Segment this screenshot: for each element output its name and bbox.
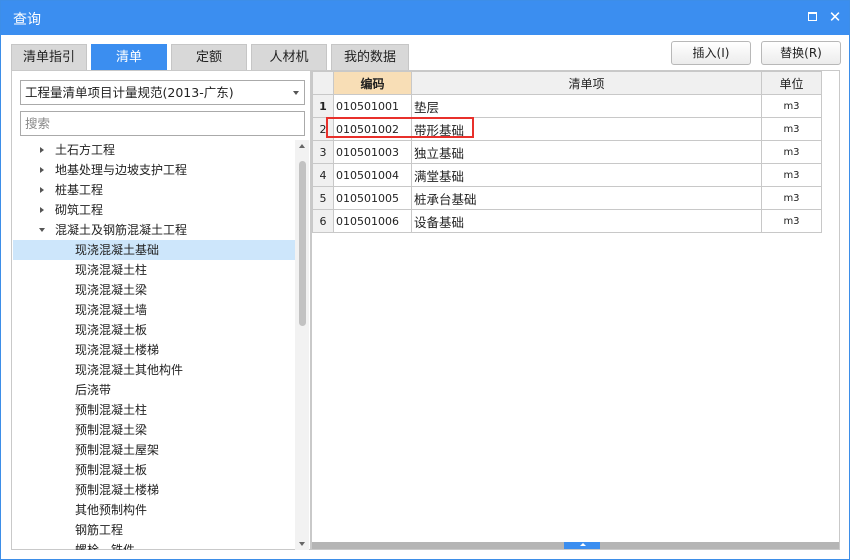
row-name[interactable]: 设备基础 bbox=[411, 209, 762, 233]
search-input[interactable] bbox=[20, 111, 305, 136]
tree-item[interactable]: 预制混凝土板 bbox=[13, 460, 295, 480]
collapse-arrow-icon[interactable] bbox=[39, 228, 45, 232]
row-code[interactable]: 010501001 bbox=[333, 94, 412, 118]
row-index: 4 bbox=[312, 163, 334, 187]
table-row[interactable]: 3 010501003 独立基础 m3 bbox=[312, 140, 822, 164]
chevron-down-icon bbox=[293, 91, 299, 95]
row-name[interactable]: 满堂基础 bbox=[411, 163, 762, 187]
standard-select[interactable]: 工程量清单项目计量规范(2013-广东) bbox=[20, 80, 305, 105]
row-unit[interactable]: m3 bbox=[761, 140, 822, 164]
tree-item[interactable]: 预制混凝土屋架 bbox=[13, 440, 295, 460]
close-icon[interactable]: ✕ bbox=[827, 9, 843, 25]
tree-item[interactable]: 现浇混凝土墙 bbox=[13, 300, 295, 320]
tree-item[interactable]: 预制混凝土楼梯 bbox=[13, 480, 295, 500]
title-bar: 查询 ✕ bbox=[1, 1, 849, 35]
table-row[interactable]: 4 010501004 满堂基础 m3 bbox=[312, 163, 822, 187]
table-row[interactable]: 6 010501006 设备基础 m3 bbox=[312, 209, 822, 233]
tree-item-pile-foundation[interactable]: 桩基工程 bbox=[13, 180, 295, 200]
expand-arrow-icon[interactable] bbox=[40, 207, 44, 213]
tree-item-cast-in-place-foundation[interactable]: 现浇混凝土基础 bbox=[13, 240, 295, 260]
row-name[interactable]: 垫层 bbox=[411, 94, 762, 118]
tree-item[interactable]: 现浇混凝土其他构件 bbox=[13, 360, 295, 380]
row-name[interactable]: 桩承台基础 bbox=[411, 186, 762, 210]
tree-item[interactable]: 螺栓、铁件 bbox=[13, 540, 295, 550]
query-dialog: 查询 ✕ 清单指引 清单 定额 人材机 我的数据 插入(I) 替换(R) 工程量… bbox=[0, 0, 850, 560]
table-row[interactable]: 2 010501002 带形基础 m3 bbox=[312, 117, 822, 141]
scroll-up-icon[interactable] bbox=[299, 144, 305, 148]
table-row[interactable]: 1 010501001 垫层 m3 bbox=[312, 94, 822, 118]
row-unit[interactable]: m3 bbox=[761, 209, 822, 233]
tree-item[interactable]: 其他预制构件 bbox=[13, 500, 295, 520]
tree-item-concrete[interactable]: 混凝土及钢筋混凝土工程 bbox=[13, 220, 295, 240]
row-index: 5 bbox=[312, 186, 334, 210]
tree-item[interactable]: 现浇混凝土梁 bbox=[13, 280, 295, 300]
row-code[interactable]: 010501004 bbox=[333, 163, 412, 187]
expand-arrow-icon[interactable] bbox=[40, 187, 44, 193]
tree-scrollbar[interactable] bbox=[295, 140, 309, 550]
tree-item[interactable]: 后浇带 bbox=[13, 380, 295, 400]
replace-button[interactable]: 替换(R) bbox=[761, 41, 841, 65]
expand-arrow-icon[interactable] bbox=[40, 147, 44, 153]
row-unit[interactable]: m3 bbox=[761, 94, 822, 118]
scroll-down-icon[interactable] bbox=[299, 542, 305, 546]
row-index: 2 bbox=[312, 117, 334, 141]
tab-list[interactable]: 清单 bbox=[91, 44, 167, 70]
row-unit[interactable]: m3 bbox=[761, 117, 822, 141]
tree-item-foundation-treatment[interactable]: 地基处理与边坡支护工程 bbox=[13, 160, 295, 180]
tab-my-data[interactable]: 我的数据 bbox=[331, 44, 409, 70]
table-row[interactable]: 5 010501005 桩承台基础 m3 bbox=[312, 186, 822, 210]
row-code[interactable]: 010501005 bbox=[333, 186, 412, 210]
tree-item[interactable]: 现浇混凝土板 bbox=[13, 320, 295, 340]
expand-arrow-icon[interactable] bbox=[40, 167, 44, 173]
tree-item[interactable]: 预制混凝土梁 bbox=[13, 420, 295, 440]
standard-select-value: 工程量清单项目计量规范(2013-广东) bbox=[25, 85, 234, 100]
results-panel: 编码 清单项 单位 1 010501001 垫层 m3 2 010501002 … bbox=[311, 70, 840, 550]
insert-button[interactable]: 插入(I) bbox=[671, 41, 751, 65]
row-index: 3 bbox=[312, 140, 334, 164]
category-tree: 土石方工程 地基处理与边坡支护工程 桩基工程 砌筑工程 混凝土及钢筋混凝土工程 … bbox=[13, 140, 295, 550]
chevron-up-icon bbox=[580, 543, 586, 546]
row-name[interactable]: 带形基础 bbox=[411, 117, 762, 141]
window-title: 查询 bbox=[13, 12, 41, 28]
tree-item[interactable]: 钢筋工程 bbox=[13, 520, 295, 540]
scroll-thumb[interactable] bbox=[299, 161, 306, 326]
tab-labor-material-machine[interactable]: 人材机 bbox=[251, 44, 327, 70]
tree-item-earthwork[interactable]: 土石方工程 bbox=[13, 140, 295, 160]
tree-item[interactable]: 现浇混凝土柱 bbox=[13, 260, 295, 280]
row-code[interactable]: 010501006 bbox=[333, 209, 412, 233]
code-column-header[interactable]: 编码 bbox=[333, 71, 412, 95]
name-column-header[interactable]: 清单项 bbox=[411, 71, 762, 95]
row-index: 1 bbox=[312, 94, 334, 118]
row-unit[interactable]: m3 bbox=[761, 186, 822, 210]
tab-list-guide[interactable]: 清单指引 bbox=[11, 44, 87, 70]
bottom-splitter[interactable] bbox=[312, 542, 839, 549]
restore-icon[interactable] bbox=[805, 9, 821, 25]
splitter-grip[interactable] bbox=[564, 542, 600, 549]
tree-item[interactable]: 预制混凝土柱 bbox=[13, 400, 295, 420]
unit-column-header[interactable]: 单位 bbox=[761, 71, 822, 95]
row-code[interactable]: 010501003 bbox=[333, 140, 412, 164]
left-panel: 工程量清单项目计量规范(2013-广东) 土石方工程 地基处理与边坡支护工程 桩… bbox=[11, 70, 311, 550]
tree-item[interactable]: 现浇混凝土楼梯 bbox=[13, 340, 295, 360]
row-unit[interactable]: m3 bbox=[761, 163, 822, 187]
row-name[interactable]: 独立基础 bbox=[411, 140, 762, 164]
row-code[interactable]: 010501002 bbox=[333, 117, 412, 141]
tab-quota[interactable]: 定额 bbox=[171, 44, 247, 70]
row-index: 6 bbox=[312, 209, 334, 233]
row-index-header bbox=[312, 71, 334, 95]
tree-item-masonry[interactable]: 砌筑工程 bbox=[13, 200, 295, 220]
results-table: 编码 清单项 单位 1 010501001 垫层 m3 2 010501002 … bbox=[312, 71, 822, 233]
table-header-row: 编码 清单项 单位 bbox=[312, 71, 822, 95]
